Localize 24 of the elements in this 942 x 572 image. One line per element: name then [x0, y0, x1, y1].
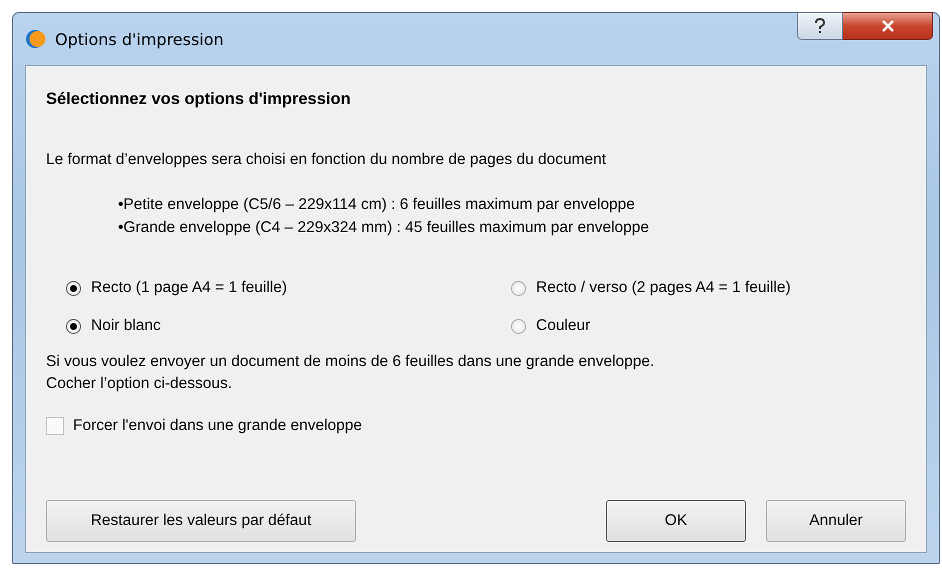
reset-button[interactable]: Restaurer les valeurs par défaut: [46, 500, 356, 542]
radio-button[interactable]: [66, 318, 81, 334]
help-button[interactable]: [797, 12, 843, 40]
radio-button[interactable]: [511, 280, 526, 296]
close-button[interactable]: [843, 12, 933, 40]
radio-button[interactable]: [66, 280, 81, 296]
cancel-button[interactable]: Annuler: [766, 500, 906, 542]
radio-option[interactable]: Noir blanc: [66, 317, 511, 335]
ok-button[interactable]: OK: [606, 500, 746, 542]
radio-option[interactable]: Couleur: [511, 317, 906, 335]
note-text: Si vous voulez envoyer un document de moins de 6 feuilles dans une grande enveloppe. Cocher l’option ci-dessous.: [46, 352, 656, 394]
window-title: Options d'impression: [55, 30, 224, 48]
bullet-item: •Grande enveloppe (C4 – 229x324 mm) : 45 feuilles maximum par enveloppe: [118, 218, 650, 238]
checkbox[interactable]: [46, 417, 64, 435]
app-logo-icon: [25, 28, 47, 50]
radio-button[interactable]: [511, 318, 526, 334]
help-icon: [814, 18, 826, 34]
close-icon: [880, 20, 894, 32]
section-heading: Sélectionnez vos options d'impression: [46, 90, 352, 109]
force-option[interactable]: Forcer l'envoi dans une grande enveloppe: [46, 417, 906, 435]
intro-text: Le format d’enveloppes sera choisi en fonction du nombre de pages du document: [46, 150, 608, 170]
radio-option[interactable]: Recto (1 page A4 = 1 feuille): [66, 279, 511, 297]
bullet-item: •Petite enveloppe (C5/6 – 229x114 cm) : 6 feuilles maximum par enveloppe: [118, 195, 636, 215]
radio-option[interactable]: Recto / verso (2 pages A4 = 1 feuille): [511, 279, 906, 297]
